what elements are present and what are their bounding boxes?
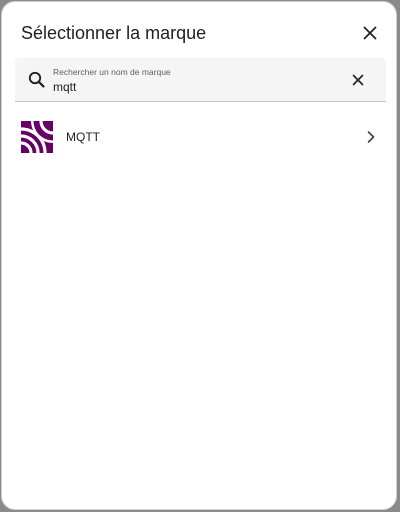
chevron-right-icon xyxy=(367,131,375,143)
search-icon xyxy=(28,71,45,88)
clear-icon xyxy=(352,74,364,86)
brand-list: MQTT xyxy=(2,106,396,168)
brand-select-dialog: Sélectionner la marque Rechercher un nom… xyxy=(1,1,397,510)
brand-search-field[interactable]: Rechercher un nom de marque xyxy=(15,58,386,102)
search-input[interactable] xyxy=(53,79,333,95)
close-icon xyxy=(363,26,377,40)
brand-name: MQTT xyxy=(66,130,100,144)
search-label: Rechercher un nom de marque xyxy=(53,67,171,77)
clear-search-button[interactable] xyxy=(348,70,368,90)
list-item[interactable]: MQTT xyxy=(2,106,396,168)
close-button[interactable] xyxy=(357,20,383,46)
dialog-header: Sélectionner la marque xyxy=(2,2,396,60)
dialog-title: Sélectionner la marque xyxy=(21,23,207,43)
mqtt-logo-icon xyxy=(21,121,53,153)
